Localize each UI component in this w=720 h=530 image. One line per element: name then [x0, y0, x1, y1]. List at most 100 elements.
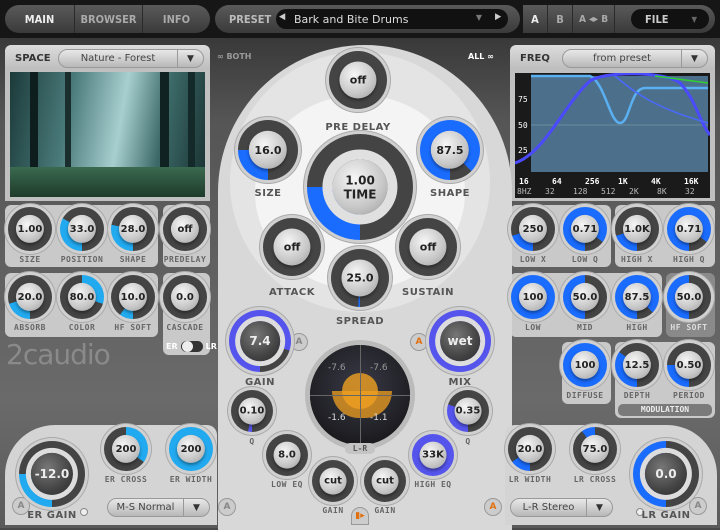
- tab-browser[interactable]: BROWSER: [75, 5, 143, 33]
- knob-cap: 80.0: [67, 282, 97, 312]
- meter-tl: -7.6: [328, 363, 346, 373]
- knob-sustain[interactable]: off: [399, 218, 457, 276]
- knob-absorb[interactable]: 20.0: [8, 275, 52, 319]
- lr-mode-lock-icon[interactable]: A: [484, 498, 502, 516]
- link-both-label: BOTH: [226, 52, 252, 61]
- mix-lock-icon[interactable]: A: [410, 333, 428, 351]
- freq-graph-frame: 75 50 25 16 64 256 1K 4K 16K 8HZ 32 128 512 2K 8K 3…: [510, 70, 715, 201]
- knob-label: HIGH EQ: [414, 480, 452, 489]
- knob-mid[interactable]: 50.0: [563, 275, 607, 319]
- knob-cap: 20.0: [515, 434, 545, 464]
- er-gain-indicator[interactable]: [80, 508, 88, 516]
- knob-diffuse[interactable]: 100: [563, 343, 607, 387]
- link-all[interactable]: ALL ∞: [468, 52, 494, 61]
- ms-mode-dropdown[interactable]: M-S Normal ▼: [107, 498, 210, 517]
- space-dropdown[interactable]: Nature - Forest ▼: [58, 49, 204, 68]
- knob-cap: 200: [111, 434, 141, 464]
- knob-value: 1.0K: [624, 223, 650, 235]
- knob-highgain[interactable]: cut: [364, 460, 406, 502]
- ab-a-button[interactable]: A: [523, 5, 548, 33]
- knob-value: 8.0: [278, 449, 296, 461]
- knob-value: 7.4: [249, 333, 271, 348]
- x-tick-bottom: 32: [685, 187, 695, 196]
- knob-period[interactable]: 0.50: [667, 343, 711, 387]
- knob-high[interactable]: 87.5: [615, 275, 659, 319]
- knob-cap: 1.0K: [622, 214, 652, 244]
- x-tick-top: 1K: [618, 177, 628, 186]
- knob-hfsoft-l[interactable]: 10.0: [111, 275, 155, 319]
- knob-predelay-s[interactable]: off: [163, 207, 207, 251]
- dropdown-icon: ▼: [586, 499, 612, 516]
- lr-mode-value: L-R Stereo: [522, 502, 575, 513]
- knob-shape-s[interactable]: 28.0: [111, 207, 155, 251]
- knob-lowx[interactable]: 250: [511, 207, 555, 251]
- gain-lock-icon[interactable]: A: [290, 333, 308, 351]
- knob-lrcross[interactable]: 75.0: [573, 427, 617, 471]
- ab-b-button[interactable]: B: [548, 5, 573, 33]
- knob-ercross[interactable]: 200: [104, 427, 148, 471]
- knob-hq[interactable]: 0.35: [447, 390, 489, 432]
- file-menu[interactable]: FILE ▼: [631, 9, 709, 29]
- freq-dropdown[interactable]: from preset ▼: [562, 49, 708, 68]
- lr-gain-lock-icon[interactable]: A: [689, 497, 707, 515]
- knob-value: 12.5: [624, 359, 650, 371]
- knob-cap: off: [170, 214, 200, 244]
- knob-lrwidth[interactable]: 20.0: [508, 427, 552, 471]
- knob-loweq[interactable]: 8.0: [266, 434, 308, 476]
- knob-highq[interactable]: 0.71: [667, 207, 711, 251]
- toggle-switch[interactable]: [180, 341, 203, 352]
- preset-selector[interactable]: Bark and Bite Drums ▼: [276, 9, 508, 29]
- knob-depth[interactable]: 12.5: [615, 343, 659, 387]
- prev-preset-icon[interactable]: ◀: [279, 12, 285, 22]
- next-preset-icon[interactable]: ▶: [495, 12, 501, 22]
- knob-label: HF SOFT: [670, 323, 708, 332]
- knob-value: 0.35: [455, 405, 481, 417]
- knob-label: HF SOFT: [114, 323, 152, 332]
- knob-lowgain[interactable]: cut: [312, 460, 354, 502]
- ab-copy-button[interactable]: A ◂▸ B: [573, 5, 615, 33]
- knob-label: SUSTAIN: [402, 287, 454, 298]
- knob-gain[interactable]: 7.4: [229, 310, 291, 372]
- ms-mode-lock-icon[interactable]: A: [218, 498, 236, 516]
- knob-erwidth[interactable]: 200: [169, 427, 213, 471]
- knob-label: SPREAD: [335, 316, 385, 327]
- knob-attack[interactable]: off: [263, 218, 321, 276]
- knob-mix[interactable]: wet: [429, 310, 491, 372]
- knob-lq[interactable]: 0.10: [231, 390, 273, 432]
- knob-size[interactable]: 1.00: [8, 207, 52, 251]
- knob-ergain[interactable]: -12.0: [19, 441, 85, 507]
- knob-cap: off: [409, 228, 447, 266]
- knob-lrgain[interactable]: 0.0: [633, 441, 699, 507]
- knob-cap: 8.0: [273, 441, 301, 469]
- x-tick-bottom: 8K: [657, 187, 667, 196]
- tab-info[interactable]: INFO: [143, 5, 210, 33]
- knob-label: TIME: [343, 186, 377, 201]
- knob-cshape[interactable]: 87.5: [420, 120, 480, 180]
- link-both[interactable]: ∞ BOTH: [217, 52, 252, 61]
- er-lr-toggle[interactable]: ER LR: [166, 341, 217, 352]
- freq-graph[interactable]: 75 50 25 16 64 256 1K 4K 16K 8HZ 32 128 512 2K 8K 3…: [515, 73, 710, 198]
- knob-predelay[interactable]: off: [329, 51, 387, 109]
- knob-higheq[interactable]: 33K: [412, 434, 454, 476]
- eq-gain-link-icon[interactable]: ▮▸: [351, 507, 369, 525]
- knob-cascade[interactable]: 0.0: [163, 275, 207, 319]
- y-tick: 25: [518, 146, 528, 155]
- knob-position[interactable]: 33.0: [60, 207, 104, 251]
- y-tick: 75: [518, 95, 528, 104]
- knob-hfsoft-r[interactable]: 50.0: [667, 275, 711, 319]
- knob-time[interactable]: 1.00 TIME: [307, 134, 413, 240]
- meter-mode-button[interactable]: L-R: [345, 443, 375, 454]
- knob-low[interactable]: 100: [511, 275, 555, 319]
- knob-cap: 0.71: [674, 214, 704, 244]
- knob-spread[interactable]: 25.0: [331, 249, 389, 307]
- knob-highx[interactable]: 1.0K: [615, 207, 659, 251]
- knob-csize[interactable]: 16.0: [238, 120, 298, 180]
- dropdown-icon: ▼: [183, 499, 209, 516]
- knob-cap: 1.00: [15, 214, 45, 244]
- lr-mode-dropdown[interactable]: L-R Stereo ▼: [510, 498, 613, 517]
- tab-main[interactable]: MAIN: [5, 5, 75, 33]
- knob-color[interactable]: 80.0: [60, 275, 104, 319]
- knob-value: 87.5: [624, 291, 650, 303]
- knob-lowq[interactable]: 0.71: [563, 207, 607, 251]
- x-tick-top: 256: [585, 177, 600, 186]
